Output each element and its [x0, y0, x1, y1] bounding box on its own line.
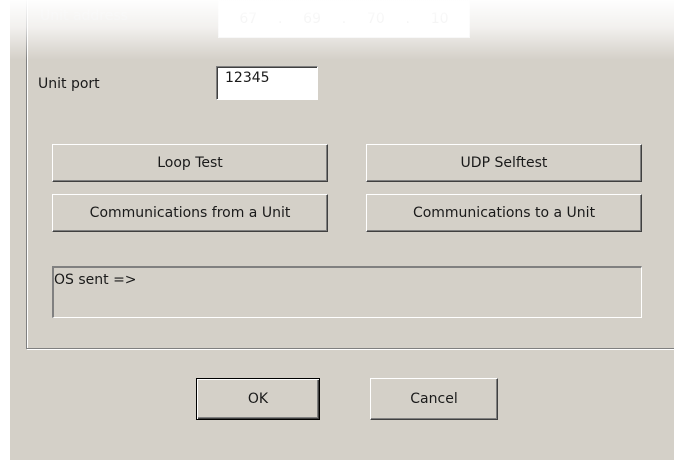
comm-from-unit-button[interactable]: Communications from a Unit: [52, 194, 328, 232]
unit-address-label: Unit address: [40, 8, 128, 24]
comm-to-unit-button[interactable]: Communications to a Unit: [366, 194, 642, 232]
unit-address-input[interactable]: 67 . 69 . 70 . 10: [218, 0, 470, 38]
udp-selftest-button[interactable]: UDP Selftest: [366, 144, 642, 182]
unit-port-input[interactable]: 12345: [216, 66, 318, 100]
ip-separator-3: .: [405, 11, 410, 27]
ip-octet-1[interactable]: 67: [239, 11, 257, 27]
ip-separator-2: .: [341, 11, 347, 27]
ip-octet-4[interactable]: 10: [431, 11, 449, 27]
ip-octet-3[interactable]: 70: [367, 11, 385, 27]
unit-port-label: Unit port: [38, 76, 100, 92]
loop-test-button[interactable]: Loop Test: [52, 144, 328, 182]
status-output: OS sent =>: [52, 266, 642, 318]
ip-octet-2[interactable]: 69: [303, 11, 321, 27]
ok-button[interactable]: OK: [196, 378, 320, 420]
ip-separator-1: .: [277, 11, 283, 27]
settings-dialog: Unit address 67 . 69 . 70 . 10 Unit port…: [10, 0, 674, 460]
cancel-button[interactable]: Cancel: [370, 378, 498, 420]
